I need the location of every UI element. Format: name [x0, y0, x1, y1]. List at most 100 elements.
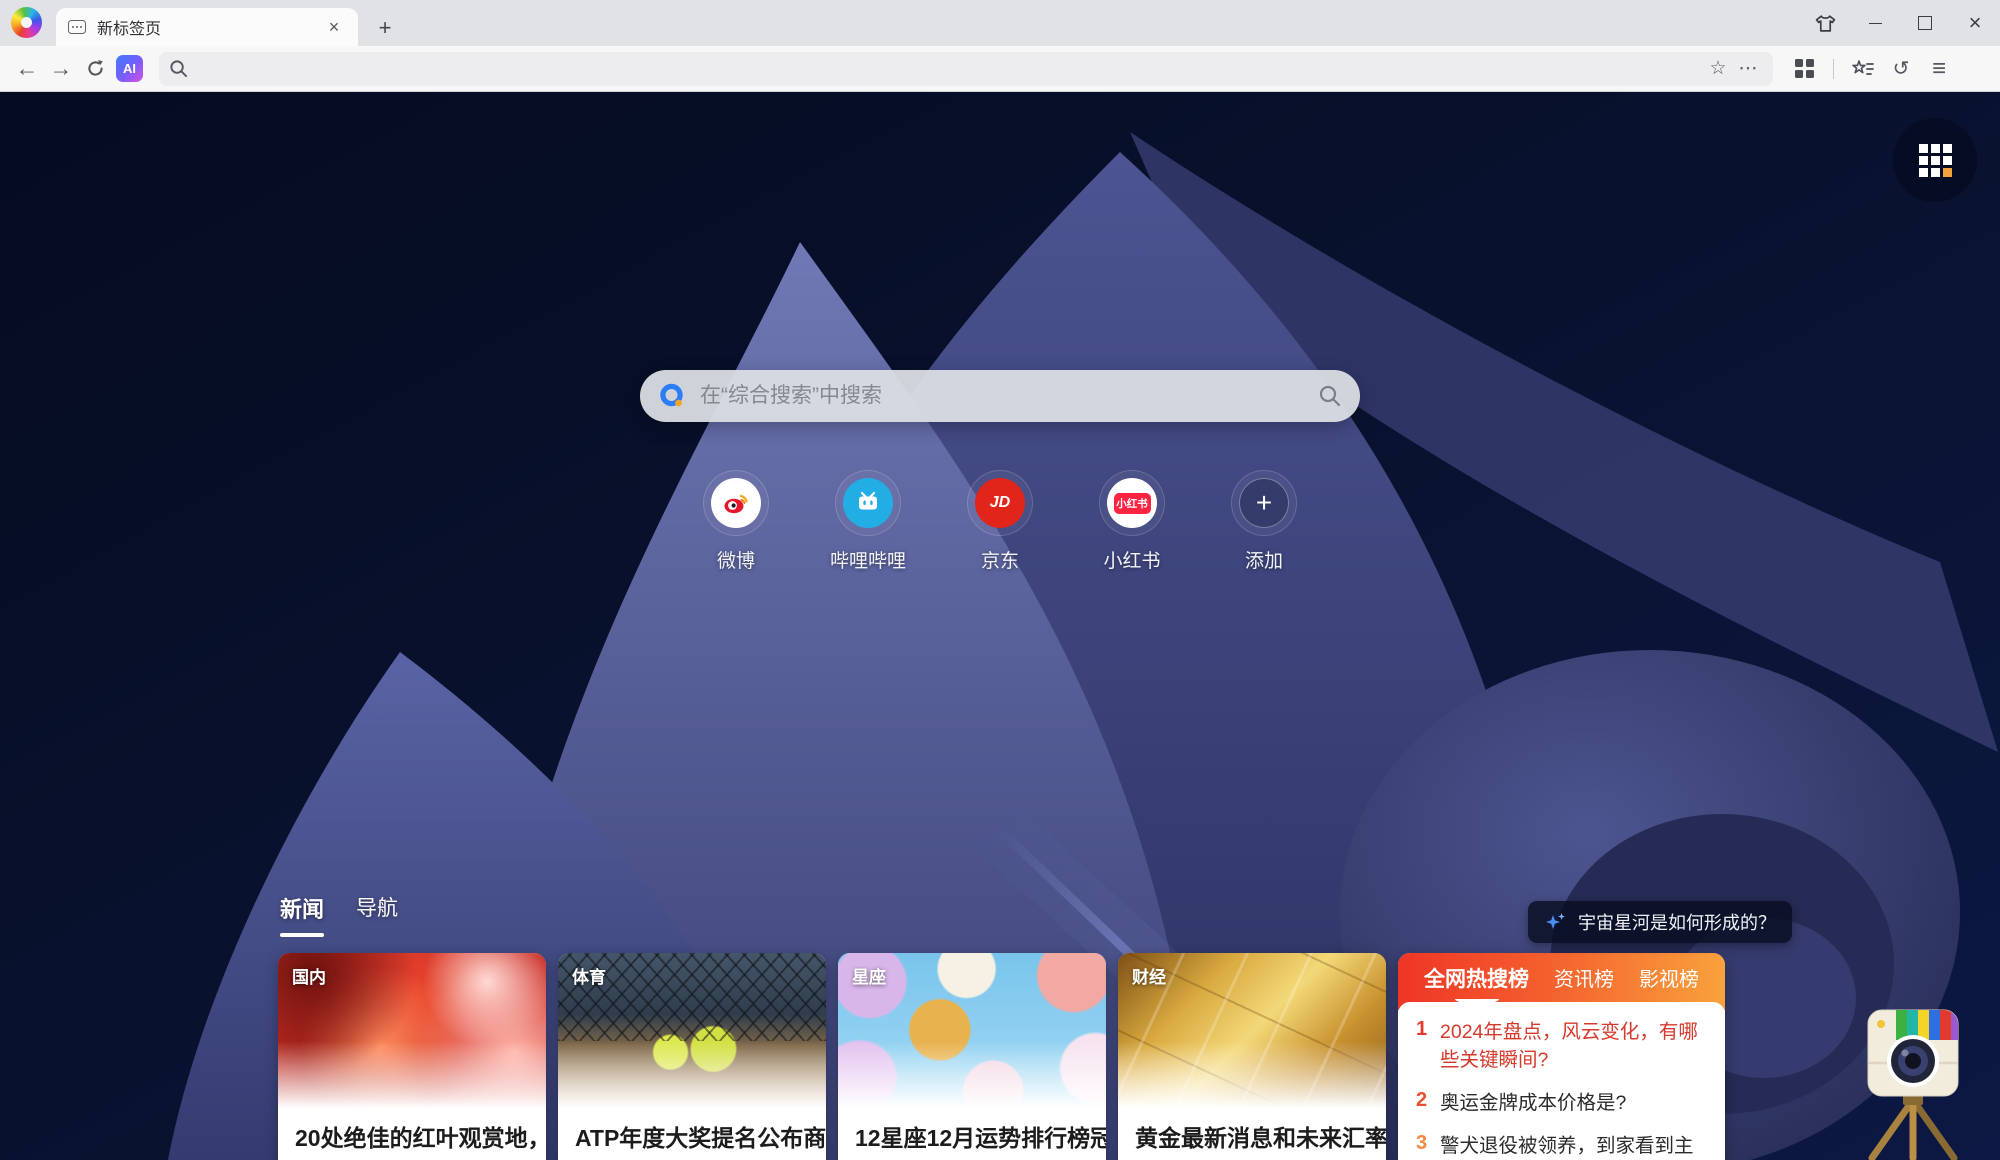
news-card[interactable]: 财经 黄金最新消息和未来汇率 — [1118, 953, 1386, 1160]
tab-title: 新标签页 — [97, 15, 322, 39]
menu-button[interactable] — [1922, 52, 1956, 86]
hot-rank: 3 — [1416, 1132, 1440, 1160]
hot-rank: 1 — [1416, 1018, 1440, 1074]
quick-link-xiaohongshu[interactable]: 小红书 — [1072, 470, 1192, 573]
xiaohongshu-icon — [1107, 478, 1157, 528]
bilibili-icon — [843, 478, 893, 528]
quick-link-label: 小红书 — [1103, 546, 1160, 573]
quick-link-label: 京东 — [981, 546, 1019, 573]
assistant-suggestion-bubble[interactable]: 宇宙星河是如何形成的？ — [1528, 901, 1792, 943]
quick-link-weibo[interactable]: 微博 — [676, 470, 796, 573]
hot-tab-all[interactable]: 全网热搜榜 — [1424, 963, 1529, 993]
quick-link-add[interactable]: 添加 — [1204, 470, 1324, 573]
quick-link-ring — [835, 470, 901, 536]
search-input[interactable] — [700, 384, 1318, 408]
toolbar-right — [1787, 52, 1956, 86]
minimize-button[interactable] — [1850, 0, 1900, 46]
tab-news-label: 新闻 — [280, 892, 324, 924]
card-category-tag: 财经 — [1132, 963, 1166, 988]
tab-navigation[interactable]: 导航 — [356, 892, 398, 937]
favorites-button[interactable] — [1846, 52, 1880, 86]
hot-tab-label: 资讯榜 — [1554, 969, 1614, 991]
section-tabs: 新闻 导航 — [280, 892, 398, 937]
quick-link-ring — [967, 470, 1033, 536]
weibo-icon — [711, 478, 761, 528]
news-card[interactable]: 国内 20处绝佳的红叶观赏地， — [278, 953, 546, 1160]
quick-link-ring — [703, 470, 769, 536]
quick-links: 微博 哔哩哔哩 京东 小红书 添加 — [676, 470, 1324, 573]
quick-link-label: 添加 — [1245, 546, 1283, 573]
search-submit-icon[interactable] — [1318, 384, 1342, 408]
new-tab-favicon-icon — [68, 20, 86, 34]
window-controls — [1800, 0, 2000, 46]
ai-assistant-button[interactable]: AI — [116, 55, 143, 82]
quick-link-jd[interactable]: 京东 — [940, 470, 1060, 573]
page-apps-button[interactable] — [1893, 118, 1977, 202]
quick-link-bilibili[interactable]: 哔哩哔哩 — [808, 470, 928, 573]
card-category-tag: 星座 — [852, 963, 886, 988]
tab-news[interactable]: 新闻 — [280, 892, 324, 937]
new-tab-page: 微博 哔哩哔哩 京东 小红书 添加 — [0, 92, 2000, 1160]
card-category-tag: 体育 — [572, 963, 606, 988]
maximize-button[interactable] — [1900, 0, 1950, 46]
hot-tab-label: 影视榜 — [1639, 969, 1699, 991]
hot-item[interactable]: 3 警犬退役被领养，到家看到主人竟是昔日训练员，放飞自我了 — [1416, 1132, 1707, 1160]
tshirt-icon — [1815, 14, 1836, 33]
back-button[interactable] — [10, 52, 44, 86]
news-card[interactable]: 星座 12星座12月运势排行榜冠 — [838, 953, 1106, 1160]
hot-tab-info[interactable]: 资讯榜 — [1554, 963, 1614, 992]
bookmark-star-button[interactable] — [1703, 54, 1733, 84]
quick-link-label: 哔哩哔哩 — [830, 546, 906, 573]
search-engine-icon[interactable] — [658, 382, 686, 410]
news-card[interactable]: 体育 ATP年度大奖提名公布商 — [558, 953, 826, 1160]
theme-skin-button[interactable] — [1800, 0, 1850, 46]
hot-list: 1 2024年盘点，风云变化，有哪些关键瞬间? 2 奥运金牌成本价格是? 3 警… — [1398, 1002, 1725, 1160]
news-card-title: 12星座12月运势排行榜冠 — [838, 1113, 1106, 1154]
camera-widget[interactable] — [1848, 1005, 1972, 1160]
add-icon — [1239, 478, 1289, 528]
sparkle-icon — [1544, 910, 1568, 934]
main-search — [640, 370, 1360, 422]
window-close-button[interactable] — [1950, 0, 2000, 46]
hot-text: 奥运金牌成本价格是? — [1440, 1089, 1707, 1117]
card-category-tag: 国内 — [292, 963, 326, 988]
browser-window: { "browser": { "tab_title": "新标签页", "ai_… — [0, 0, 2000, 1160]
quick-link-ring — [1099, 470, 1165, 536]
hot-search-panel: 全网热搜榜 资讯榜 影视榜 1 2024年盘点，风云变化，有哪些关键瞬间? 2 … — [1398, 953, 1725, 1160]
address-bar[interactable] — [159, 52, 1773, 86]
assistant-bubble-text: 宇宙星河是如何形成的？ — [1578, 909, 1776, 935]
hot-rank: 2 — [1416, 1089, 1440, 1117]
address-more-button[interactable] — [1733, 54, 1763, 84]
toolbar-separator — [1833, 59, 1834, 79]
titlebar: 新标签页 — [0, 0, 2000, 46]
browser-logo-icon — [11, 7, 42, 38]
quick-link-ring — [1231, 470, 1297, 536]
active-tab-underline — [280, 933, 324, 937]
tab-new-page[interactable]: 新标签页 — [56, 8, 358, 46]
hot-text: 警犬退役被领养，到家看到主人竟是昔日训练员，放飞自我了 — [1440, 1132, 1707, 1160]
new-tab-button[interactable] — [372, 15, 398, 41]
tab-close-button[interactable] — [322, 15, 346, 39]
apps-grid-icon — [1795, 59, 1814, 78]
toolbar: AI — [0, 46, 2000, 92]
news-cards-row: 国内 20处绝佳的红叶观赏地， 体育 ATP年度大奖提名公布商 星座 12星座1… — [278, 953, 1725, 1160]
apps-button[interactable] — [1787, 52, 1821, 86]
news-card-title: 黄金最新消息和未来汇率 — [1118, 1113, 1386, 1154]
quick-link-label: 微博 — [717, 546, 755, 573]
hot-tab-movies[interactable]: 影视榜 — [1639, 963, 1699, 992]
tab-navigation-label: 导航 — [356, 892, 398, 922]
address-input[interactable] — [196, 60, 1703, 78]
news-card-title: ATP年度大奖提名公布商 — [558, 1113, 826, 1154]
jd-icon — [975, 478, 1025, 528]
hot-item[interactable]: 2 奥运金牌成本价格是? — [1416, 1089, 1707, 1117]
refresh-button[interactable] — [78, 52, 112, 86]
forward-button[interactable] — [44, 52, 78, 86]
news-card-title: 20处绝佳的红叶观赏地， — [278, 1113, 546, 1154]
refresh-icon — [85, 58, 106, 79]
recently-closed-button[interactable] — [1884, 52, 1918, 86]
favorites-star-list-icon — [1852, 59, 1875, 79]
hot-item[interactable]: 1 2024年盘点，风云变化，有哪些关键瞬间? — [1416, 1018, 1707, 1074]
hot-text: 2024年盘点，风云变化，有哪些关键瞬间? — [1440, 1018, 1707, 1074]
hot-tab-label: 全网热搜榜 — [1424, 968, 1529, 991]
page-apps-grid-icon — [1919, 144, 1952, 177]
